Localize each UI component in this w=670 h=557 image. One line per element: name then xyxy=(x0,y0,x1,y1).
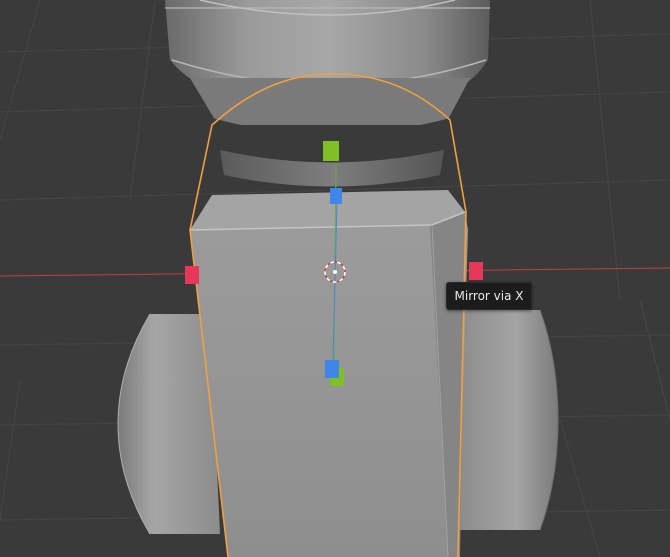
tooltip-text: Mirror via X xyxy=(454,289,524,303)
z-handle-bottom xyxy=(325,360,339,378)
z-handle-top xyxy=(330,188,342,204)
3d-viewport[interactable]: Mirror via X xyxy=(0,0,670,557)
right-cylinder xyxy=(455,309,559,531)
x-handle-right xyxy=(469,262,483,280)
x-handle-left xyxy=(185,266,199,284)
tooltip: Mirror via X xyxy=(446,282,532,310)
y-handle-top xyxy=(323,141,339,161)
